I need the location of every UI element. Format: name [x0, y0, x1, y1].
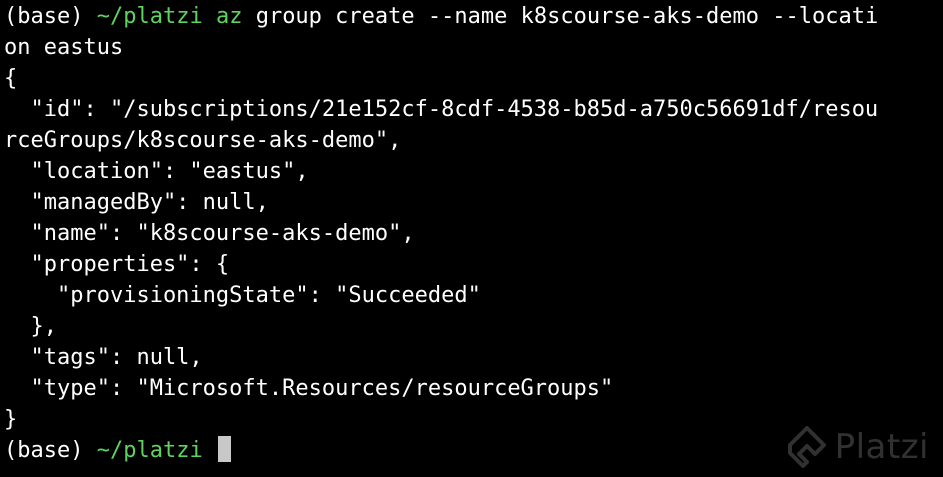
output-line: "location": "eastus", [4, 159, 309, 184]
output-line: "id": "/subscriptions/21e152cf-8cdf-4538… [4, 97, 879, 122]
output-line: { [4, 66, 18, 91]
output-line: "tags": null, [4, 345, 203, 370]
output-line: "provisioningState": "Succeeded" [4, 283, 481, 308]
text-cursor [217, 436, 231, 462]
command-program: az [215, 4, 243, 29]
output-line: "name": "k8scourse-aks-demo", [4, 221, 415, 246]
watermark-text: Platzi [834, 426, 929, 467]
prompt-path: ~/platzi [96, 438, 203, 463]
platzi-logo-icon [787, 426, 826, 468]
output-line: rceGroups/k8scourse-aks-demo", [4, 128, 402, 153]
prompt-env: (base) [4, 438, 84, 463]
output-line: "managedBy": null, [4, 190, 269, 215]
command-line: (base) ~/platzi az group create --name k… [4, 1, 943, 32]
command-args: group create --name k8scourse-aks-demo -… [242, 4, 879, 29]
output-line: }, [4, 314, 57, 339]
platzi-watermark: Platzi [787, 425, 929, 469]
prompt-path: ~/platzi [96, 4, 203, 29]
command-line-wrap: on eastus [4, 35, 124, 60]
output-line: "type": "Microsoft.Resources/resourceGro… [4, 376, 614, 401]
output-line: "properties": { [4, 252, 230, 277]
terminal-window[interactable]: (base) ~/platzi az group create --name k… [0, 0, 943, 477]
prompt-env: (base) [4, 4, 84, 29]
